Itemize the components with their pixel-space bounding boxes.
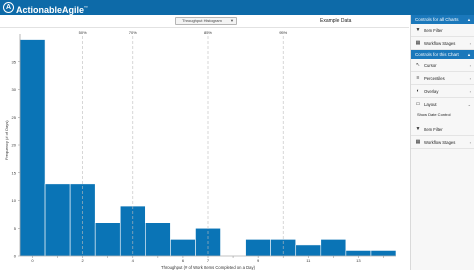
show-date-control-label: Show Date Control	[417, 112, 451, 117]
y-axis-title: Frequency (# of Days)	[4, 120, 9, 160]
all-charts-controls-header[interactable]: Controls for all Charts ▲	[411, 15, 474, 24]
x-tick-label: 11	[306, 258, 311, 263]
chevron-right-icon: ›	[469, 63, 471, 68]
sidebar-item-label: Item Filter	[424, 28, 443, 33]
chart-toolbar: Throughput Histogram ▼ Example Data ▬ ⬇ …	[0, 15, 469, 28]
histogram-bar	[320, 239, 347, 257]
sidebar-item-label: Workflow Stages	[424, 41, 456, 46]
percentile-label: 85%	[204, 30, 212, 35]
x-tick-label: 0	[31, 258, 34, 263]
percentiles-icon: ≡	[416, 75, 420, 81]
x-tick-label: 13	[356, 258, 361, 263]
histogram-bar	[170, 239, 196, 257]
controls-sidebar: Controls for all Charts ▲ ▼ Item Filter …	[410, 15, 474, 270]
chevron-down-icon: ▼	[230, 18, 234, 23]
this-chart-header-label: Controls for this Chart	[415, 52, 459, 57]
trademark-symbol: ™	[84, 5, 89, 10]
percentile-label: 50%	[79, 30, 87, 35]
app-name: ActionableAgile™	[16, 2, 88, 16]
dataset-name: Example Data	[320, 18, 352, 24]
layout-icon: ▭	[415, 101, 421, 107]
y-tick-label: 0	[14, 254, 17, 259]
y-tick-label: 25	[12, 115, 17, 120]
chevron-right-icon: ›	[469, 89, 471, 94]
histogram-bar	[19, 39, 46, 257]
x-tick-label: 7	[207, 258, 210, 263]
this-chart-controls-header[interactable]: Controls for this Chart ▲	[411, 50, 474, 59]
y-tick-label: 20	[12, 143, 17, 148]
sidebar-item-label: Overlay	[424, 89, 439, 94]
histogram-svg: 0 5 10 15 20 25 30 35 50% 70% 85% 95% 0 2 4 6 7 9 11 13 Thro…	[12, 30, 397, 270]
x-tick-label: 6	[182, 258, 185, 263]
y-tick-label: 10	[12, 198, 17, 203]
percentile-label: 70%	[129, 30, 137, 35]
throughput-histogram: 0 5 10 15 20 25 30 35 50% 70% 85% 95% 0 2 4 6 7 9 11 13 Thro…	[0, 28, 409, 270]
sidebar-item-cursor[interactable]: ↖ Cursor ›	[411, 59, 474, 72]
sidebar-item-chart-workflow-stages[interactable]: ▦ Workflow Stages ›	[411, 136, 474, 149]
sidebar-item-layout[interactable]: ▭ Layout ⌄	[411, 98, 474, 111]
chevron-right-icon: ›	[469, 140, 471, 145]
sidebar-item-chart-item-filter[interactable]: ▼ Item Filter	[411, 123, 474, 136]
x-tick-label: 4	[132, 258, 135, 263]
y-tick-label: 30	[12, 87, 17, 92]
filter-icon: ▼	[415, 27, 421, 33]
chart-type-select-value: Throughput Histogram	[182, 18, 222, 23]
sidebar-item-overlay[interactable]: ◐ Overlay ›	[411, 85, 474, 98]
app-name-text: ActionableAgile	[16, 5, 85, 15]
sidebar-item-item-filter[interactable]: ▼ Item Filter	[411, 24, 474, 37]
chevron-up-icon: ▲	[467, 17, 471, 22]
app-header: A ActionableAgile™	[0, 0, 474, 15]
x-tick-label: 9	[257, 258, 260, 263]
sidebar-item-label: Layout	[424, 102, 437, 107]
y-tick-label: 35	[12, 59, 17, 64]
histogram-bar	[69, 183, 96, 257]
filter-icon: ▼	[415, 126, 421, 132]
chart-type-select[interactable]: Throughput Histogram ▼	[175, 17, 237, 25]
sidebar-item-label: Cursor	[424, 63, 437, 68]
show-date-control-toggle[interactable]: Show Date Control	[411, 111, 474, 119]
y-tick-label: 15	[12, 170, 17, 175]
sidebar-item-label: Percentiles	[424, 76, 445, 81]
sidebar-item-workflow-stages[interactable]: ▦ Workflow Stages ›	[411, 37, 474, 50]
chevron-right-icon: ›	[469, 76, 471, 81]
chevron-up-icon: ▲	[467, 52, 471, 57]
percentile-label: 95%	[279, 30, 287, 35]
all-charts-header-label: Controls for all Charts	[415, 17, 459, 22]
histogram-bar	[94, 222, 121, 257]
histogram-bar	[44, 183, 71, 257]
sidebar-item-percentiles[interactable]: ≡ Percentiles ›	[411, 72, 474, 85]
histogram-bar	[370, 250, 397, 257]
histogram-bar	[295, 244, 322, 257]
y-tick-label: 5	[14, 226, 17, 231]
sidebar-item-label: Item Filter	[424, 127, 443, 132]
sidebar-item-label: Workflow Stages	[424, 140, 456, 145]
x-tick-label: 2	[82, 258, 85, 263]
stages-icon: ▦	[415, 139, 421, 145]
logo-icon: A	[3, 2, 14, 13]
histogram-bar	[145, 222, 171, 257]
chevron-right-icon: ›	[469, 41, 471, 46]
stages-icon: ▦	[415, 40, 421, 46]
overlay-icon: ◐	[416, 88, 420, 94]
chevron-down-icon: ⌄	[467, 102, 471, 107]
histogram-bar	[345, 250, 372, 257]
x-axis-title: Throughput (# of Work Items Completed on…	[161, 265, 256, 270]
histogram-bar	[245, 239, 271, 257]
cursor-icon: ↖	[415, 62, 421, 68]
